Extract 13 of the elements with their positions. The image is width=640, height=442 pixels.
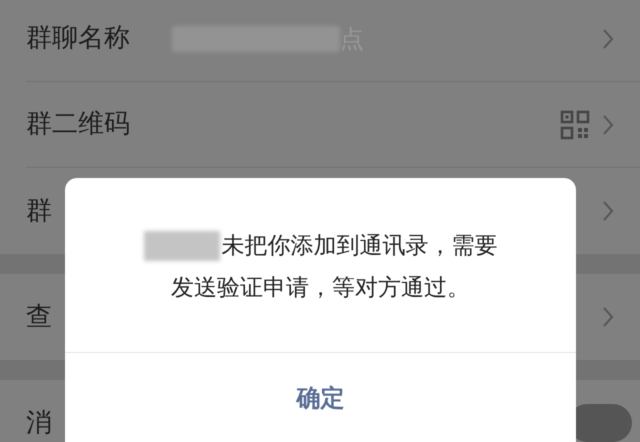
chevron-right-icon bbox=[602, 114, 614, 136]
dialog-message: 未把你添加到通讯录，需要 bbox=[222, 232, 498, 260]
dialog-message: 发送验证申请，等对方通过。 bbox=[171, 274, 470, 303]
row-label: 群聊名称 bbox=[26, 22, 130, 55]
chevron-right-icon bbox=[602, 28, 614, 50]
chevron-right-icon bbox=[602, 306, 614, 328]
row-label: 群 bbox=[26, 194, 52, 228]
row-label: 群二维码 bbox=[26, 108, 130, 141]
qr-code-icon bbox=[560, 110, 590, 140]
chevron-right-icon bbox=[602, 200, 614, 222]
row-label: 查 bbox=[26, 300, 52, 334]
confirm-button[interactable]: 确定 bbox=[280, 372, 360, 424]
row-label: 消 bbox=[26, 406, 52, 440]
